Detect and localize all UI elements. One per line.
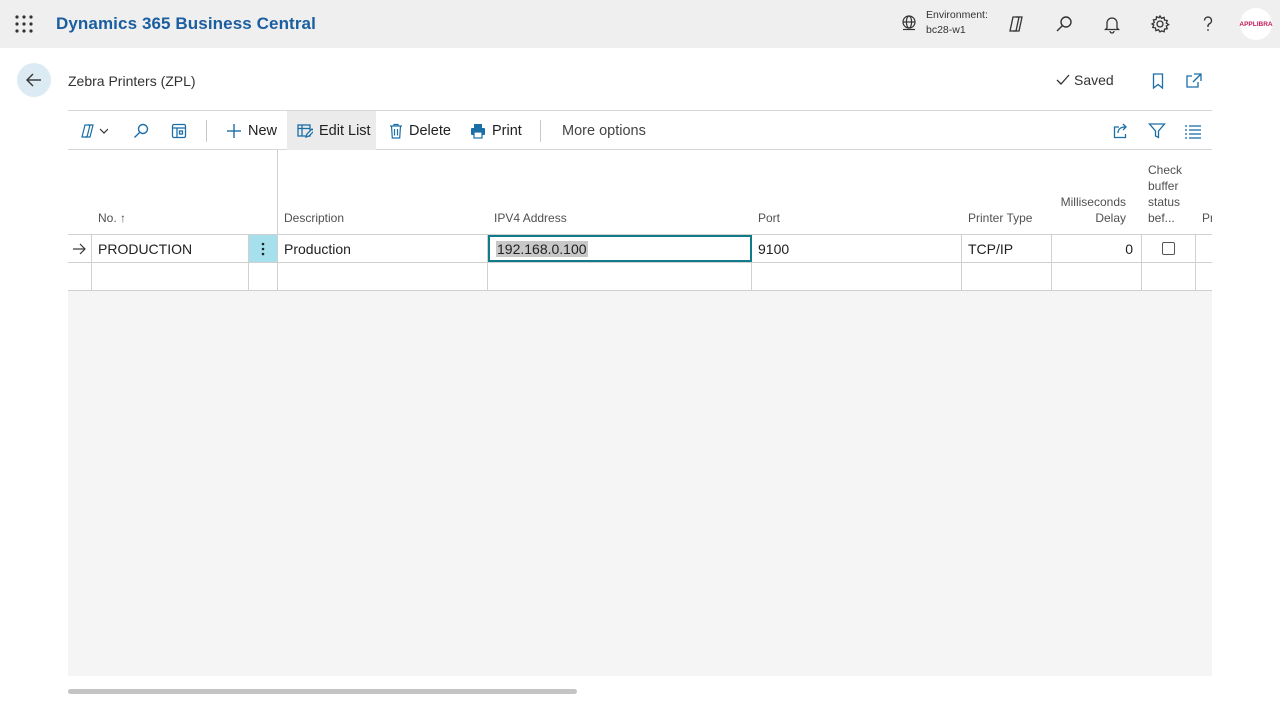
printers-list: No. ↑ Description IPV4 Address Port Prin…	[68, 150, 1212, 676]
column-header-ipv4[interactable]: IPV4 Address	[494, 210, 567, 226]
column-header-port[interactable]: Port	[758, 210, 780, 226]
table-row-empty[interactable]	[68, 263, 1212, 291]
cell-printer-type[interactable]: TCP/IP	[962, 235, 1052, 262]
copilot-icon[interactable]	[1004, 12, 1028, 36]
list-view-icon[interactable]	[1184, 111, 1208, 150]
cell-ipv4[interactable]	[488, 263, 752, 290]
print-button[interactable]: Print	[470, 111, 522, 150]
app-title[interactable]: Dynamics 365 Business Central	[56, 14, 316, 34]
search-icon[interactable]	[1052, 12, 1076, 36]
row-menu-button[interactable]	[249, 235, 278, 262]
open-new-window-icon[interactable]	[1183, 70, 1205, 92]
column-header-description[interactable]: Description	[284, 210, 344, 226]
app-bar: Dynamics 365 Business Central Environmen…	[0, 0, 1280, 48]
share-icon[interactable]	[1112, 111, 1136, 150]
bookmark-icon[interactable]	[1147, 70, 1169, 92]
arrow-right-icon	[73, 243, 86, 254]
arrow-left-icon	[26, 73, 41, 87]
globe-icon	[902, 15, 916, 31]
cell-ms-delay[interactable]	[1052, 263, 1142, 290]
analysis-icon	[171, 123, 187, 138]
check-buffer-checkbox[interactable]	[1162, 242, 1175, 255]
row-menu-cell[interactable]	[249, 263, 278, 290]
column-header-ms-delay[interactable]: Milliseconds Delay	[1058, 194, 1126, 226]
help-icon[interactable]	[1196, 12, 1220, 36]
new-button[interactable]: New	[226, 111, 277, 150]
environment-label: Environment:	[926, 9, 988, 21]
delete-label: Delete	[409, 122, 451, 139]
edit-list-label: Edit List	[319, 122, 371, 139]
cell-printer-type[interactable]	[962, 263, 1052, 290]
app-launcher-icon[interactable]	[14, 14, 34, 34]
column-header-check-line4: bef...	[1148, 211, 1175, 225]
cell-ms-delay[interactable]: 0	[1052, 235, 1142, 262]
copilot-actions-button[interactable]	[80, 111, 114, 150]
saved-status: Saved	[1056, 72, 1114, 88]
cell-port[interactable]	[752, 263, 962, 290]
column-header-printer-type[interactable]: Printer Type	[968, 210, 1032, 226]
column-header-next[interactable]: Pr	[1202, 210, 1212, 226]
column-header-check-line1: Check	[1148, 163, 1183, 177]
plus-icon	[227, 123, 241, 138]
cell-description[interactable]: Production	[278, 235, 488, 262]
column-header-check-buffer[interactable]: Check buffer status bef...	[1148, 162, 1182, 226]
search-list-button[interactable]	[132, 111, 156, 150]
trash-icon	[390, 123, 402, 139]
more-vertical-icon	[261, 242, 265, 255]
print-label: Print	[492, 122, 522, 139]
cell-check-buffer[interactable]	[1142, 235, 1196, 262]
table-row[interactable]: PRODUCTION Production 192.168.0.100 9100…	[68, 235, 1212, 263]
search-icon	[134, 123, 149, 138]
cell-no[interactable]: PRODUCTION	[92, 235, 249, 262]
frozen-column-divider	[277, 150, 278, 290]
cell-description[interactable]	[278, 263, 488, 290]
copilot-icon	[81, 123, 108, 138]
column-header-ms-delay-line1: Milliseconds	[1060, 195, 1126, 209]
row-indicator	[68, 235, 92, 262]
delete-button[interactable]: Delete	[389, 111, 451, 150]
ipv4-value: 192.168.0.100	[496, 240, 588, 257]
row-indicator	[68, 263, 92, 290]
saved-label: Saved	[1074, 72, 1114, 88]
filter-icon[interactable]	[1148, 111, 1172, 150]
printer-icon	[471, 123, 485, 139]
more-options-button[interactable]: More options	[562, 111, 646, 150]
column-header-ms-delay-line2: Delay	[1095, 211, 1126, 225]
page-title: Zebra Printers (ZPL)	[68, 73, 196, 89]
cell-port[interactable]: 9100	[752, 235, 962, 262]
new-label: New	[248, 122, 278, 139]
column-header-check-line2: buffer	[1148, 179, 1179, 193]
environment-name: bc28-w1	[926, 24, 966, 36]
column-header-check-line3: status	[1148, 195, 1181, 209]
analysis-mode-button[interactable]	[170, 111, 194, 150]
cell-check-buffer[interactable]	[1142, 263, 1196, 290]
action-bar: New Edit List Delete Print More options	[68, 110, 1212, 150]
column-header-row: No. ↑ Description IPV4 Address Port Prin…	[68, 150, 1212, 235]
edit-list-button[interactable]: Edit List	[287, 111, 376, 150]
separator	[540, 120, 541, 142]
avatar[interactable]: APPLIBRA	[1239, 8, 1273, 40]
bell-icon[interactable]	[1100, 12, 1124, 36]
back-button[interactable]	[17, 63, 51, 97]
edit-list-icon	[297, 123, 313, 138]
cell-no[interactable]	[92, 263, 249, 290]
cell-ipv4[interactable]: 192.168.0.100	[488, 235, 752, 262]
separator	[206, 120, 207, 142]
column-header-no[interactable]: No. ↑	[98, 210, 126, 226]
environment-switcher[interactable]: Environment: bc28-w1	[900, 8, 988, 38]
checkmark-icon	[1056, 74, 1070, 85]
horizontal-scrollbar[interactable]	[68, 689, 577, 694]
gear-icon[interactable]	[1148, 12, 1172, 36]
